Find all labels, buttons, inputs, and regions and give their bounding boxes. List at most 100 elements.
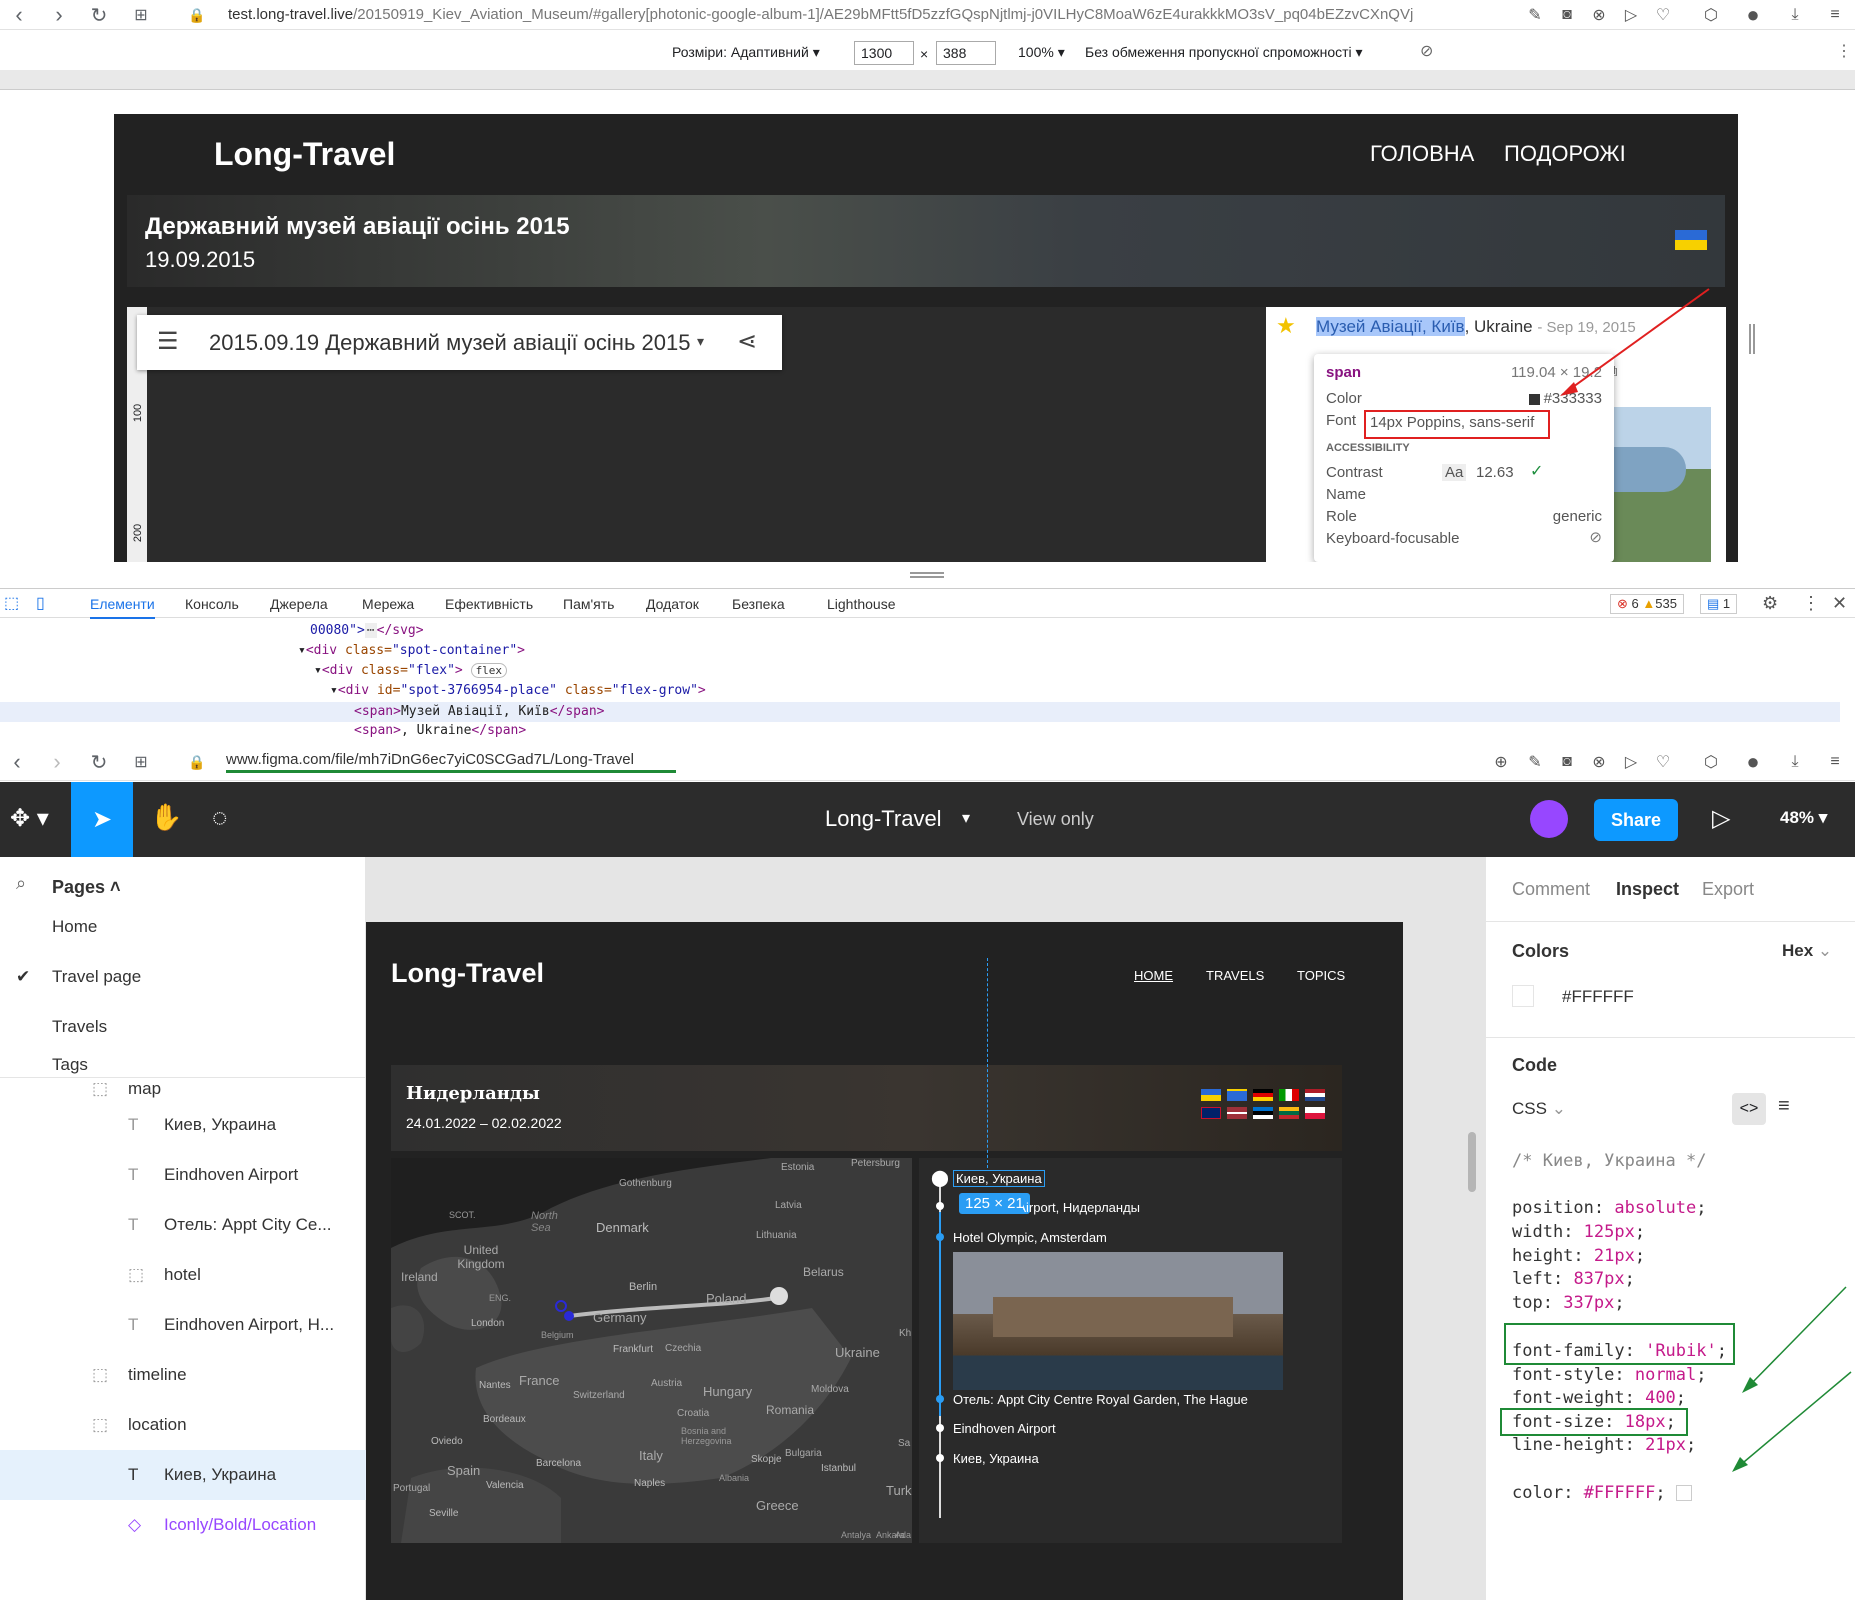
back-icon[interactable]: ‹ xyxy=(2,747,32,777)
tab-security[interactable]: Безпека xyxy=(732,589,785,619)
edit-icon[interactable]: ✎ xyxy=(1524,751,1546,773)
messages-counter[interactable]: ▤ 1 xyxy=(1700,594,1738,614)
heart-icon[interactable]: ♡ xyxy=(1652,751,1674,773)
forward-icon[interactable]: › xyxy=(42,747,72,777)
user-avatar[interactable] xyxy=(1530,800,1568,838)
layer-text-eindhoven[interactable]: T Eindhoven Airport xyxy=(0,1150,366,1200)
code-line-spot-place[interactable]: ▾<div id="spot-3766954-place" class="fle… xyxy=(330,683,706,698)
code-line-span-selected[interactable]: <span>Музей Авіації, Київ</span> xyxy=(0,702,1840,722)
comment-tool-icon[interactable]: ◌ xyxy=(212,802,227,833)
tab-memory[interactable]: Пам'ять xyxy=(563,589,614,619)
dimensions-select[interactable]: Розміри: Адаптивний ▾ xyxy=(672,44,820,61)
tab-network[interactable]: Мережа xyxy=(362,589,414,619)
expand-arrow-icon[interactable]: ▾ xyxy=(298,643,306,658)
download-icon[interactable]: ⤓ xyxy=(1784,751,1806,773)
throttle-select[interactable]: Без обмеження пропускної спроможності ▾ xyxy=(1085,44,1363,61)
view-mode-label[interactable]: View only xyxy=(1017,809,1094,830)
share-button[interactable]: Share xyxy=(1594,799,1678,841)
camera-icon[interactable]: ◙ xyxy=(1556,4,1578,26)
width-input[interactable]: 1300 xyxy=(854,41,914,65)
layer-location[interactable]: ⬚ location xyxy=(0,1400,366,1450)
tab-export[interactable]: Export xyxy=(1702,879,1754,900)
address-bar[interactable]: test.long-travel.live/20150919_Kiev_Avia… xyxy=(228,6,1488,23)
page-item-travels[interactable]: Travels xyxy=(0,1002,366,1052)
reload-icon[interactable]: ↻ xyxy=(84,0,114,30)
settings-gear-icon[interactable]: ⚙ xyxy=(1762,593,1778,614)
page-item-home[interactable]: Home xyxy=(0,902,366,952)
page-item-tags[interactable]: Tags xyxy=(0,1052,366,1078)
send-icon[interactable]: ▷ xyxy=(1620,4,1642,26)
code-line-span-ukraine[interactable]: <span>, Ukraine</span> xyxy=(354,723,526,738)
code-view-icon[interactable]: <> xyxy=(1732,1093,1766,1125)
figma-address-bar[interactable]: www.figma.com/file/mh7iDnG6ec7yiC0SCGad7… xyxy=(226,751,676,773)
site-nav-home[interactable]: ГОЛОВНА xyxy=(1370,141,1474,167)
height-input[interactable]: 388 xyxy=(936,41,996,65)
site-nav-travels[interactable]: ПОДОРОЖІ xyxy=(1504,141,1626,167)
place-highlight[interactable]: Музей Авіації, Київ xyxy=(1316,317,1465,336)
color-swatch[interactable] xyxy=(1512,985,1534,1007)
issues-counter[interactable]: ⊗ 6 ▲535 xyxy=(1610,594,1684,614)
code-line-flex[interactable]: ▾<div class="flex"> flex xyxy=(314,663,508,678)
profile-icon[interactable]: ● xyxy=(1742,2,1764,27)
inspect-element-icon[interactable]: ⬚ xyxy=(4,593,19,613)
tab-inspect[interactable]: Inspect xyxy=(1616,879,1679,900)
file-name[interactable]: Long-Travel xyxy=(825,806,942,832)
close-devtools-icon[interactable]: ✕ xyxy=(1832,593,1847,614)
resize-handle-bottom[interactable] xyxy=(910,572,944,578)
resize-handle-right[interactable] xyxy=(1749,324,1755,354)
layer-text-kiev[interactable]: T Киев, Украина xyxy=(0,1100,366,1150)
cube-icon[interactable]: ⬡ xyxy=(1700,4,1722,26)
more-icon[interactable]: ⋮ xyxy=(1836,41,1852,61)
apps-grid-icon[interactable]: ⊞ xyxy=(126,747,156,777)
expand-arrow-icon[interactable]: ▾ xyxy=(330,683,338,698)
rotate-icon[interactable]: ⊘ xyxy=(1420,41,1433,61)
move-tool[interactable]: ➤ xyxy=(71,782,133,857)
tab-application[interactable]: Додаток xyxy=(646,589,699,619)
site-logo[interactable]: Long-Travel xyxy=(214,136,395,173)
tab-performance[interactable]: Ефективність xyxy=(445,589,533,619)
list-view-icon[interactable]: ≡ xyxy=(1778,1095,1790,1118)
search-icon[interactable]: ⌕ xyxy=(16,873,26,894)
expand-arrow-icon[interactable]: ▾ xyxy=(314,663,322,678)
tab-elements[interactable]: Елементи xyxy=(90,589,155,619)
design-frame[interactable]: Long-Travel HOME TRAVELS TOPICS Нидерлан… xyxy=(366,922,1403,1600)
tab-console[interactable]: Консоль xyxy=(185,589,239,619)
tab-comment[interactable]: Comment xyxy=(1512,879,1590,900)
layer-text-hotel-appt[interactable]: T Отель: Appt City Ce... xyxy=(0,1200,366,1250)
apps-grid-icon[interactable]: ⊞ xyxy=(126,0,156,30)
forward-icon[interactable]: › xyxy=(44,0,74,30)
album-dropdown-icon[interactable]: ▾ xyxy=(697,333,704,350)
device-mode-icon[interactable]: ▯ xyxy=(36,593,45,613)
layer-map[interactable]: ⬚ map xyxy=(0,1079,366,1099)
zoom-in-icon[interactable]: ⊕ xyxy=(1490,751,1512,773)
layer-hotel[interactable]: ⬚ hotel xyxy=(0,1250,366,1300)
color-hex-value[interactable]: #FFFFFF xyxy=(1562,987,1634,1007)
send-icon[interactable]: ▷ xyxy=(1620,751,1642,773)
heart-icon[interactable]: ♡ xyxy=(1652,4,1674,26)
tab-sources[interactable]: Джерела xyxy=(270,589,328,619)
block-icon[interactable]: ⊗ xyxy=(1588,4,1610,26)
pages-label[interactable]: Pages ˄ xyxy=(52,877,121,898)
layer-text-kiev-selected[interactable]: T Киев, Украина xyxy=(0,1450,366,1500)
flex-badge[interactable]: flex xyxy=(470,663,508,678)
file-menu-chevron-icon[interactable]: ▾ xyxy=(962,808,970,828)
zoom-level[interactable]: 48% ▾ xyxy=(1780,808,1827,828)
block-icon[interactable]: ⊗ xyxy=(1588,751,1610,773)
hamburger-icon[interactable]: ☰ xyxy=(157,327,179,356)
album-title[interactable]: 2015.09.19 Державний музей авіації осінь… xyxy=(209,330,690,356)
download-icon[interactable]: ⤓ xyxy=(1784,4,1806,26)
page-item-travel-page[interactable]: ✔ Travel page xyxy=(0,952,366,1002)
reload-icon[interactable]: ↻ xyxy=(84,747,114,777)
cube-icon[interactable]: ⬡ xyxy=(1700,751,1722,773)
devtools-more-icon[interactable]: ⋮ xyxy=(1802,593,1820,614)
color-format-select[interactable]: Hex ⌄ xyxy=(1782,941,1832,961)
layer-timeline[interactable]: ⬚ timeline xyxy=(0,1350,366,1400)
menu-icon[interactable]: ≡ xyxy=(1824,4,1846,26)
figma-logo-icon[interactable]: ✥ ▾ xyxy=(10,804,49,833)
share-icon[interactable]: ⋖ xyxy=(737,327,757,356)
tab-lighthouse[interactable]: Lighthouse xyxy=(827,589,896,619)
hand-tool-icon[interactable]: ✋ xyxy=(150,802,182,833)
back-icon[interactable]: ‹ xyxy=(4,0,34,30)
code-line-spot-container[interactable]: ▾<div class="spot-container"> xyxy=(298,643,525,658)
present-play-icon[interactable]: ▷ xyxy=(1712,804,1730,833)
